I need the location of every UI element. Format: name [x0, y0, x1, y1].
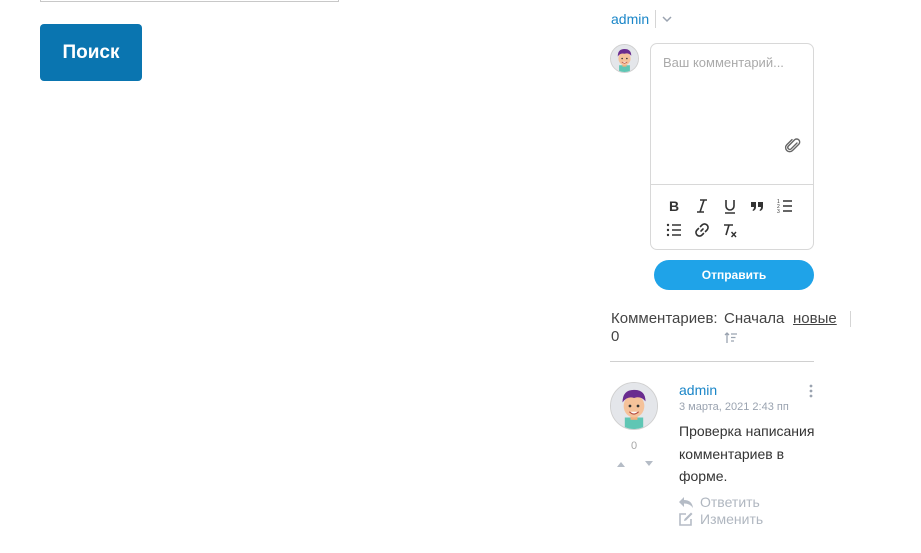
- sort-separator: [850, 311, 851, 327]
- reply-button[interactable]: Ответить: [678, 494, 760, 510]
- avatar-icon: [611, 45, 638, 72]
- comment-editor: B 123: [650, 43, 814, 250]
- quote-icon[interactable]: [748, 197, 766, 215]
- upvote-icon[interactable]: [616, 460, 626, 468]
- editor-toolbar: B 123: [651, 184, 813, 249]
- comment-author[interactable]: admin: [679, 382, 717, 398]
- comment-date: 3 марта, 2021 2:43 пп: [679, 401, 789, 413]
- ordered-list-icon[interactable]: 123: [776, 197, 794, 215]
- vote-count: 0: [630, 440, 638, 452]
- comment-input[interactable]: [651, 44, 813, 184]
- avatar-icon: [611, 383, 657, 429]
- comment-text: Проверка написания комментариев в форме.: [679, 423, 815, 484]
- underline-icon[interactable]: [721, 197, 739, 215]
- sort-prefix: Сначала: [724, 310, 785, 327]
- edit-label: Изменить: [700, 511, 764, 527]
- search-input-edge[interactable]: [40, 0, 339, 2]
- bold-icon[interactable]: B: [665, 197, 683, 215]
- edit-button[interactable]: Изменить: [678, 511, 763, 527]
- search-button[interactable]: Поиск: [40, 24, 142, 81]
- sort-icon[interactable]: [724, 331, 738, 345]
- comments-count-label: Комментариев:: [611, 310, 718, 327]
- chevron-down-icon[interactable]: [660, 12, 674, 26]
- sort-order-link[interactable]: новые: [793, 310, 837, 328]
- comment-author-avatar: [610, 382, 658, 430]
- reply-icon: [679, 497, 693, 508]
- bullet-list-icon[interactable]: [665, 221, 683, 239]
- edit-icon: [679, 512, 693, 526]
- link-icon[interactable]: [693, 221, 711, 239]
- reply-label: Ответить: [700, 494, 760, 510]
- more-options-icon[interactable]: [806, 384, 816, 398]
- italic-icon[interactable]: [693, 197, 711, 215]
- submit-comment-button[interactable]: Отправить: [654, 260, 814, 290]
- comments-divider: [610, 361, 814, 362]
- svg-text:B: B: [669, 198, 679, 214]
- clear-format-icon[interactable]: [721, 221, 739, 239]
- user-separator: [655, 10, 656, 28]
- comments-count: 0: [611, 328, 620, 345]
- paperclip-icon[interactable]: [784, 137, 802, 155]
- svg-text:3: 3: [777, 209, 780, 214]
- current-user-avatar: [610, 44, 639, 73]
- current-user-link[interactable]: admin: [611, 11, 649, 27]
- downvote-icon[interactable]: [644, 460, 654, 468]
